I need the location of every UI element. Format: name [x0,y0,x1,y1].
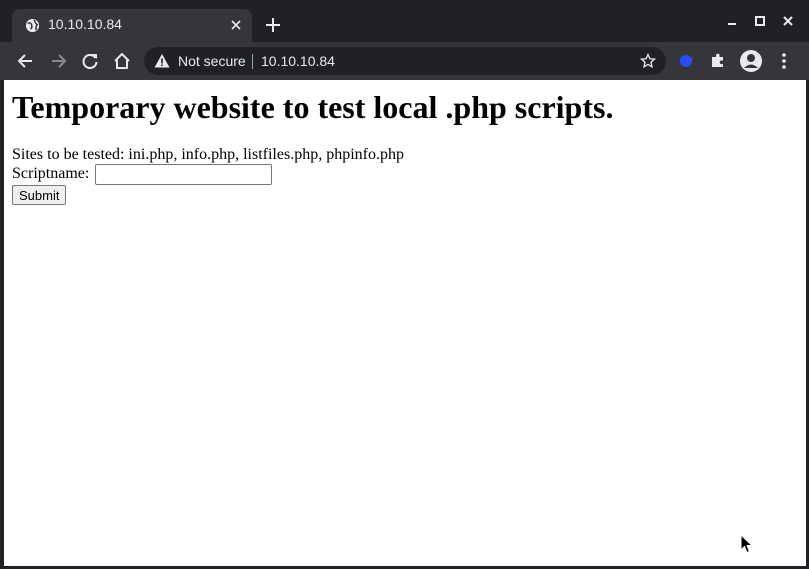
tab-strip: 10.10.10.84 [0,0,809,42]
script-form-row: Scriptname: [12,164,273,185]
page-title: Temporary website to test local .php scr… [12,89,614,125]
new-tab-icon[interactable] [264,16,282,34]
minimize-icon[interactable] [725,14,739,28]
toolbar: Not secure 10.10.10.84 [0,42,809,80]
browser-tab[interactable]: 10.10.10.84 [12,9,252,42]
home-icon[interactable] [112,51,132,71]
address-bar[interactable]: Not secure 10.10.10.84 [144,47,666,75]
star-icon[interactable] [640,53,656,69]
tab-title: 10.10.10.84 [48,16,122,32]
back-icon[interactable] [16,51,36,71]
security-label[interactable]: Not secure [178,53,246,69]
mouse-cursor-icon [740,534,754,554]
globe-icon [25,18,40,33]
close-window-icon[interactable] [781,14,795,28]
window-frame-left [0,80,4,569]
profile-avatar-icon[interactable] [739,49,763,73]
puzzle-icon[interactable] [708,51,728,71]
omnibox-divider [252,54,253,69]
forward-icon[interactable] [48,51,68,71]
reload-icon[interactable] [80,51,100,71]
browser-window: 10.10.10.84 Not secure 10.10.10.84 Tempo… [0,0,809,569]
sites-text: Sites to be tested: ini.php, info.php, l… [12,146,404,163]
scriptname-input[interactable] [95,164,273,185]
warning-icon[interactable] [154,53,170,69]
submit-button[interactable]: Submit [12,185,67,205]
page-content: Temporary website to test local .php scr… [4,80,806,566]
scriptname-label: Scriptname: [12,165,90,183]
extension-icon[interactable] [676,51,696,71]
maximize-icon[interactable] [753,14,767,28]
menu-kebab-icon[interactable] [774,51,794,71]
close-tab-icon[interactable] [228,17,244,33]
url-text[interactable]: 10.10.10.84 [261,53,335,69]
